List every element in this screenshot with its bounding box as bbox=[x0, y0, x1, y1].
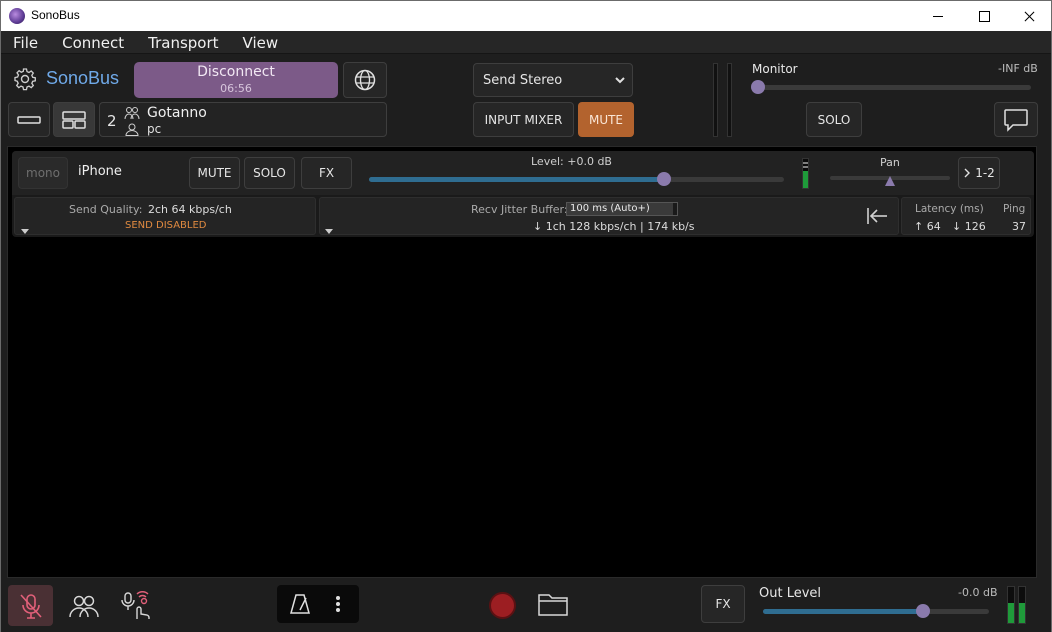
chat-icon bbox=[1004, 108, 1028, 132]
input-mixer-button[interactable]: INPUT MIXER bbox=[473, 102, 574, 137]
monitor-label: Monitor bbox=[752, 62, 798, 76]
recordings-folder-button[interactable] bbox=[536, 589, 569, 619]
ping-value: 37 bbox=[1012, 220, 1026, 233]
send-mode-value: Send Stereo bbox=[483, 72, 563, 88]
record-button[interactable] bbox=[489, 592, 516, 619]
peer-name: iPhone bbox=[78, 164, 122, 179]
more-options-icon[interactable] bbox=[335, 595, 341, 613]
out-level-fill bbox=[763, 609, 924, 614]
mic-muted-icon bbox=[19, 593, 42, 619]
output-routing-button[interactable]: 1-2 bbox=[958, 157, 1000, 189]
push-to-talk-icon bbox=[120, 590, 150, 619]
latency-down: ↓ 126 bbox=[952, 220, 986, 233]
input-meter-left bbox=[713, 63, 718, 137]
close-button[interactable] bbox=[1007, 1, 1052, 31]
connected-time: 06:56 bbox=[220, 82, 252, 95]
peer-level-thumb[interactable] bbox=[656, 172, 671, 186]
send-mode-select[interactable]: Send Stereo bbox=[473, 63, 633, 97]
jitter-buffer-field[interactable]: 100 ms (Auto+) bbox=[566, 202, 678, 216]
menu-bar: File Connect Transport View bbox=[1, 31, 1051, 54]
user-icon bbox=[125, 123, 139, 136]
gear-icon[interactable] bbox=[13, 67, 37, 91]
latency-box: Latency (ms) Ping ↑ 64 ↓ 126 37 bbox=[901, 197, 1031, 235]
disconnect-button[interactable]: Disconnect 06:56 bbox=[134, 62, 338, 98]
peer-meter bbox=[802, 158, 809, 189]
output-meter-left bbox=[1007, 586, 1015, 624]
main-mute-button[interactable]: MUTE bbox=[578, 102, 634, 137]
window-title: SonoBus bbox=[31, 8, 80, 22]
input-meter-right bbox=[727, 63, 732, 137]
sonobus-app-icon bbox=[9, 8, 25, 24]
receive-stats-box[interactable]: Recv Jitter Buffer: 100 ms (Auto+) ↓ 1ch… bbox=[319, 197, 899, 235]
output-meter-right bbox=[1018, 586, 1026, 624]
latency-up: ↑ 64 bbox=[914, 220, 941, 233]
send-quality-label: Send Quality: bbox=[69, 203, 143, 216]
receive-stats-dropdown-icon bbox=[325, 229, 333, 234]
mono-button[interactable]: mono bbox=[18, 157, 68, 189]
peer-level-label: Level: +0.0 dB bbox=[531, 155, 612, 168]
menu-transport[interactable]: Transport bbox=[136, 31, 230, 53]
menu-view[interactable]: View bbox=[231, 31, 291, 53]
monitor-db: -INF dB bbox=[998, 62, 1038, 75]
minimize-button[interactable] bbox=[915, 1, 961, 31]
send-quality-box[interactable]: Send Quality: 2ch 64 kbps/ch SEND DISABL… bbox=[14, 197, 316, 235]
metronome-group bbox=[277, 585, 359, 623]
group-icon bbox=[124, 107, 140, 120]
group-user-count: 2 bbox=[107, 112, 117, 130]
monitor-slider-track[interactable] bbox=[758, 85, 1031, 90]
metronome-icon[interactable] bbox=[289, 593, 311, 615]
multi-row-icon bbox=[62, 110, 86, 129]
footer-bar: FX Out Level -0.0 dB bbox=[1, 580, 1051, 632]
menu-file[interactable]: File bbox=[1, 31, 50, 53]
pan-slider-thumb[interactable] bbox=[884, 175, 896, 187]
push-to-talk-button[interactable] bbox=[113, 585, 158, 626]
single-row-layout-button[interactable] bbox=[8, 102, 50, 137]
jitter-buffer-value: 100 ms (Auto+) bbox=[570, 203, 650, 214]
out-level-thumb[interactable] bbox=[916, 604, 931, 618]
peer-solo-button[interactable]: SOLO bbox=[244, 157, 295, 189]
user-name: pc bbox=[147, 122, 162, 136]
peer-level-fill bbox=[369, 177, 664, 182]
peer-mute-button[interactable]: MUTE bbox=[189, 157, 240, 189]
globe-icon bbox=[354, 69, 376, 91]
mute-all-peers-button[interactable] bbox=[61, 585, 106, 626]
folder-icon bbox=[537, 594, 568, 616]
people-icon bbox=[68, 595, 99, 617]
output-routing-label: 1-2 bbox=[975, 166, 995, 180]
header-panel: SonoBus Disconnect 06:56 2 Gotanno pc Se… bbox=[1, 55, 1051, 145]
out-level-label: Out Level bbox=[759, 586, 822, 601]
out-level-db: -0.0 dB bbox=[958, 586, 998, 599]
chevron-right-icon bbox=[964, 168, 971, 178]
send-status: SEND DISABLED bbox=[125, 220, 207, 231]
group-info-panel[interactable]: 2 Gotanno pc bbox=[99, 102, 387, 137]
reset-jitter-icon[interactable] bbox=[866, 206, 888, 226]
sonobus-logo: SonoBus bbox=[46, 68, 120, 88]
menu-connect[interactable]: Connect bbox=[50, 31, 136, 53]
public-groups-button[interactable] bbox=[343, 62, 387, 98]
multi-row-layout-button[interactable] bbox=[53, 102, 95, 137]
send-quality-dropdown-icon bbox=[21, 229, 29, 234]
pan-label: Pan bbox=[880, 156, 900, 169]
chat-button[interactable] bbox=[994, 102, 1038, 137]
disconnect-label: Disconnect bbox=[197, 64, 275, 80]
monitor-slider-thumb[interactable] bbox=[751, 80, 765, 94]
title-bar: SonoBus bbox=[0, 0, 1052, 31]
mute-mic-button[interactable] bbox=[8, 585, 53, 626]
peers-area: mono iPhone MUTE SOLO FX Level: +0.0 dB … bbox=[7, 146, 1037, 578]
main-solo-button[interactable]: SOLO bbox=[806, 102, 862, 137]
peer-row: mono iPhone MUTE SOLO FX Level: +0.0 dB … bbox=[12, 151, 1034, 237]
send-quality-value: 2ch 64 kbps/ch bbox=[148, 203, 232, 216]
single-row-icon bbox=[17, 115, 41, 124]
receive-stats: ↓ 1ch 128 kbps/ch | 174 kb/s bbox=[533, 220, 695, 233]
latency-label: Latency (ms) bbox=[915, 203, 984, 215]
group-name: Gotanno bbox=[147, 105, 207, 121]
chevron-down-icon bbox=[615, 77, 625, 84]
output-fx-button[interactable]: FX bbox=[701, 585, 745, 623]
peer-fx-button[interactable]: FX bbox=[301, 157, 352, 189]
jitter-buffer-label: Recv Jitter Buffer: bbox=[471, 203, 568, 216]
maximize-button[interactable] bbox=[961, 1, 1007, 31]
ping-label: Ping bbox=[1003, 203, 1026, 215]
